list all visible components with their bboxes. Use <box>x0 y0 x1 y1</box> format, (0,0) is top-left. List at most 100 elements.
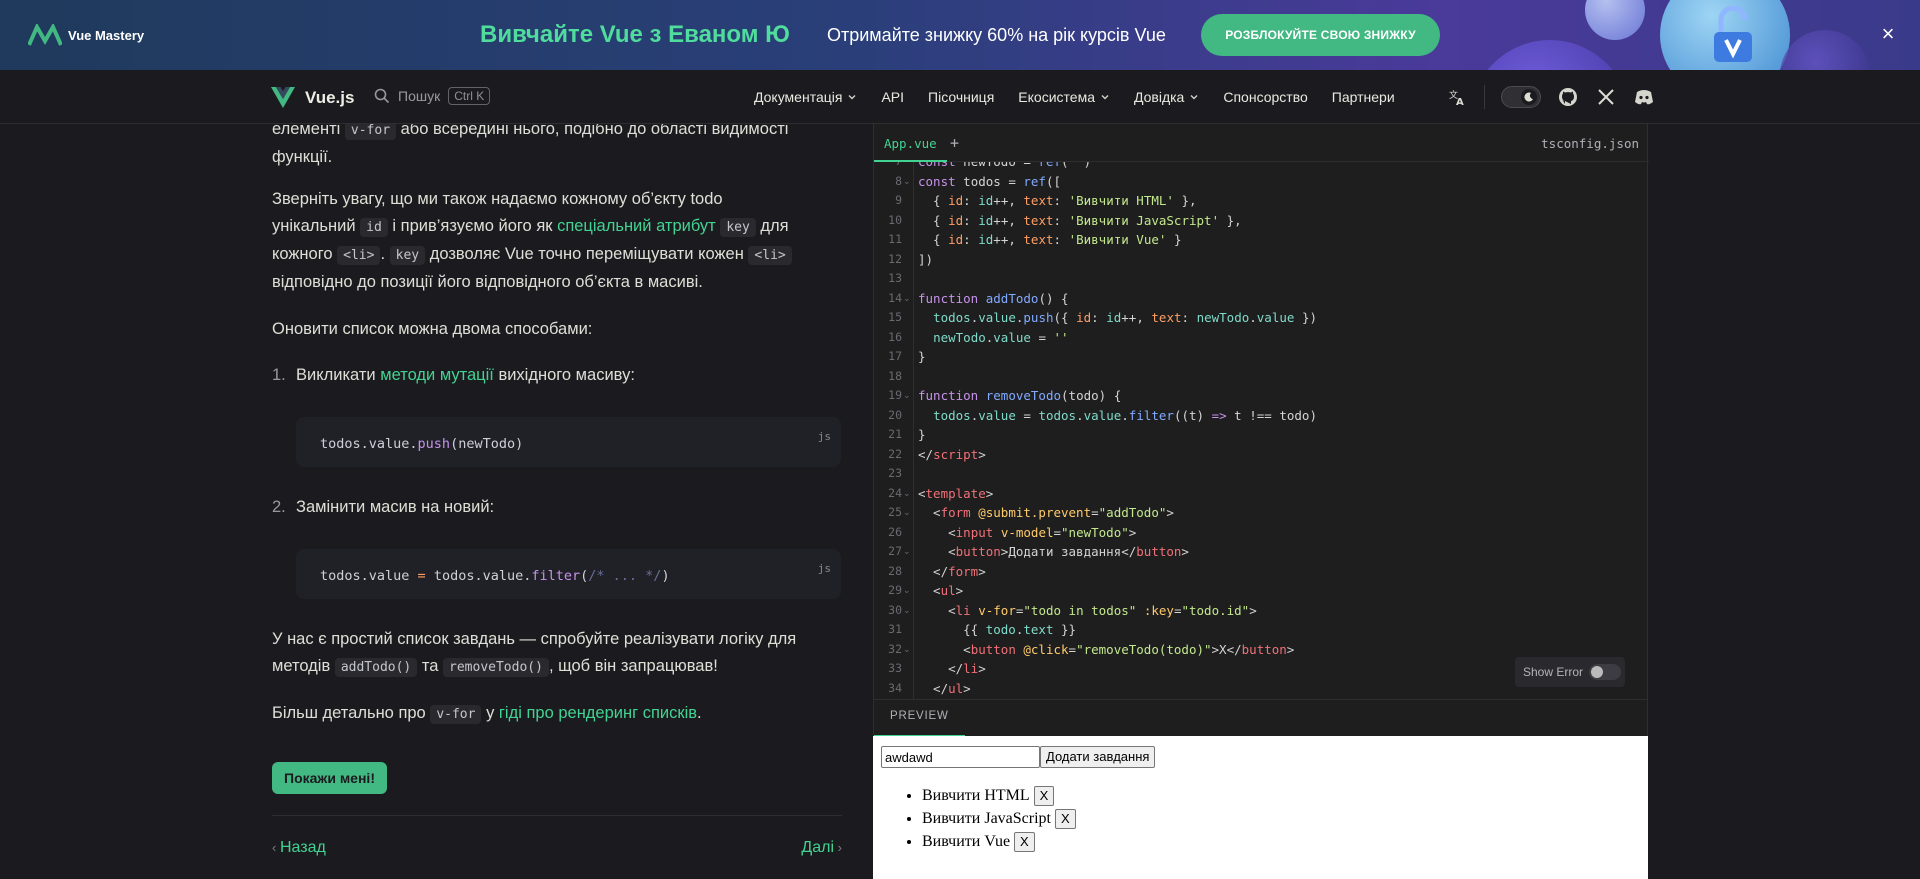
menu-ecosystem-label: Екосистема <box>1018 89 1095 105</box>
next-link[interactable]: Далі › <box>801 834 842 861</box>
line-number: 11 <box>888 232 902 246</box>
code-text: = <box>417 568 426 584</box>
vue-mastery-brand: Vue Mastery <box>68 27 145 43</box>
fold-chevron-icon[interactable]: ⌄ <box>903 640 911 660</box>
code-text: todos.value. <box>320 436 418 452</box>
site-brand[interactable]: Vue.js <box>271 87 354 108</box>
menu-playground[interactable]: Пісочниця <box>928 89 994 105</box>
chevron-left-icon: ‹ <box>272 840 280 855</box>
text: Зверніть увагу, що ми також надаємо кожн… <box>272 190 723 208</box>
text: , щоб він запрацював! <box>548 657 718 675</box>
remove-todo-button[interactable]: X <box>1014 832 1035 853</box>
top-navbar: Vue.js Пошук Ctrl K Документація API Піс… <box>0 70 1920 124</box>
menu-ecosystem[interactable]: Екосистема <box>1018 89 1110 105</box>
menu-playground-label: Пісочниця <box>928 89 995 105</box>
line-number: 24 <box>888 485 902 500</box>
decor-bubble <box>1470 40 1630 70</box>
text: відповідно до позиції його відповідного … <box>272 273 703 291</box>
code-line: todos.value = todos.value.filter(/* ... … <box>320 563 670 590</box>
fold-chevron-icon[interactable]: ⌄ <box>903 601 911 621</box>
nav-divider <box>1484 85 1485 109</box>
remove-todo-button[interactable]: X <box>1033 786 1055 807</box>
code-language-label: js <box>817 430 831 443</box>
code-text: push <box>417 436 451 452</box>
line-number: 25 <box>888 505 902 519</box>
list-text: Замінити масив на новий: <box>296 498 495 516</box>
paragraph: елементі v-for або всередині нього, поді… <box>272 124 842 171</box>
tab-app-vue[interactable]: App.vue <box>874 124 947 162</box>
fold-chevron-icon[interactable]: ⌄ <box>903 386 911 406</box>
line-number: 27 <box>888 544 902 558</box>
promo-banner[interactable]: Vue Mastery Вивчайте Vue з Еваном Ю Отри… <box>0 0 1920 70</box>
prev-label: Назад <box>279 839 326 856</box>
text: функції. <box>272 148 333 166</box>
list-number: 1. <box>272 366 286 384</box>
close-banner-icon[interactable]: × <box>1876 22 1900 46</box>
line-number: 9 <box>895 193 902 207</box>
special-attribute-link[interactable]: спеціальний атрибут <box>557 217 716 235</box>
fold-chevron-icon[interactable]: ⌄ <box>903 503 911 523</box>
inline-code: removeTodo() <box>443 658 549 677</box>
inline-code: id <box>360 218 388 237</box>
line-number: 23 <box>888 466 902 480</box>
line-number: 17 <box>888 349 902 363</box>
todo-list: Вивчити HTMLX Вивчити JavaScriptX Вивчит… <box>922 784 1076 853</box>
menu-partners[interactable]: Партнери <box>1332 89 1395 105</box>
unlock-padlock-icon <box>1714 6 1752 62</box>
discord-icon[interactable] <box>1633 86 1655 108</box>
show-me-button[interactable]: Покажи мені! <box>272 762 387 794</box>
fold-chevron-icon[interactable]: ⌄ <box>903 484 911 504</box>
line-number: 22 <box>888 446 902 461</box>
line-number: 15 <box>888 310 902 324</box>
search-icon <box>374 88 390 104</box>
menu-sponsor[interactable]: Спонсорство <box>1223 89 1307 105</box>
paragraph: Зверніть увагу, що ми також надаємо кожн… <box>272 186 842 296</box>
line-number: 21 <box>888 427 902 441</box>
add-file-button[interactable]: + <box>950 134 959 152</box>
show-error-toggle[interactable]: Show Error <box>1515 657 1625 687</box>
vue-mastery-logo[interactable]: Vue Mastery <box>28 24 144 46</box>
toggle-switch[interactable] <box>1589 664 1622 680</box>
github-icon[interactable] <box>1557 86 1579 108</box>
menu-docs[interactable]: Документація <box>754 89 857 105</box>
line-number: 16 <box>888 329 902 344</box>
search-button[interactable]: Пошук Ctrl K <box>374 87 491 105</box>
remove-todo-button[interactable]: X <box>1055 809 1076 830</box>
line-number: 18 <box>888 368 902 383</box>
code-block: todos.value = todos.value.filter(/* ... … <box>296 549 841 599</box>
todo-input[interactable] <box>881 746 1040 768</box>
code-text: filter <box>531 568 581 584</box>
menu-about-label: Довідка <box>1133 89 1185 105</box>
menu-about[interactable]: Довідка <box>1134 89 1199 105</box>
fold-chevron-icon[interactable]: ⌄ <box>903 542 911 562</box>
fold-chevron-icon[interactable]: ⌄ <box>903 581 911 601</box>
prev-link[interactable]: ‹ Назад <box>272 834 326 861</box>
list-rendering-guide-link[interactable]: гіді про рендеринг списків <box>499 704 697 722</box>
fold-chevron-icon[interactable]: ⌄ <box>903 172 911 192</box>
text: унікальний <box>272 217 356 235</box>
tab-preview[interactable]: PREVIEW <box>874 700 965 737</box>
vue-mastery-mark-icon <box>28 24 62 46</box>
site-title: Vue.js <box>305 87 355 107</box>
code-area[interactable]: const newTodo = ref('') const todos = re… <box>918 162 1643 699</box>
mutation-methods-link[interactable]: методи мутації <box>380 366 494 384</box>
translate-icon[interactable]: 文A <box>1446 86 1468 108</box>
unlock-discount-button[interactable]: РОЗБЛОКУЙТЕ СВОЮ ЗНИЖКУ <box>1201 14 1440 56</box>
menu-api[interactable]: API <box>881 89 904 105</box>
dark-mode-toggle[interactable] <box>1501 86 1541 108</box>
line-number: 20 <box>888 407 902 422</box>
code-text: ) <box>661 568 670 584</box>
add-todo-button[interactable]: Додати завдання <box>1040 746 1156 768</box>
line-number: 7 <box>874 162 902 172</box>
chevron-down-icon <box>848 95 856 100</box>
x-twitter-icon[interactable] <box>1595 86 1617 108</box>
menu-sponsor-label: Спонсорство <box>1223 89 1308 105</box>
search-label: Пошук <box>398 88 441 104</box>
inline-code: v-for <box>344 124 397 140</box>
fold-chevron-icon[interactable]: ⌄ <box>903 289 911 309</box>
tab-tsconfig[interactable]: tsconfig.json <box>1541 136 1639 151</box>
line-number: 26 <box>888 524 902 539</box>
tutorial-content: елементі v-for або всередині нього, поді… <box>272 124 842 879</box>
paragraph: Оновити список можна двома способами: <box>272 320 593 338</box>
inline-code: <li> <box>748 246 792 265</box>
